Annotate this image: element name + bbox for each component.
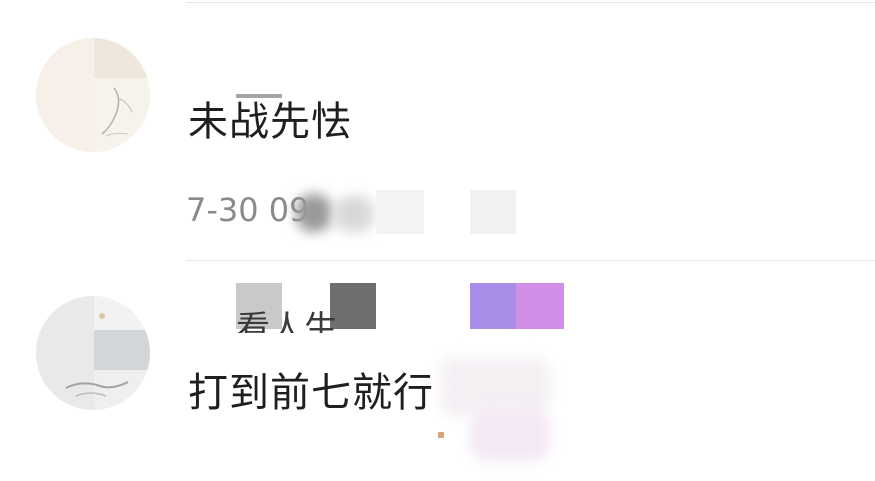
redaction-blur (334, 196, 374, 232)
comment-item[interactable]: 看人生 打到前七就行 (0, 261, 875, 481)
redaction-block (376, 190, 424, 234)
avatar[interactable] (36, 38, 150, 152)
redaction-blur (296, 194, 332, 232)
redaction-blur (440, 357, 550, 417)
comment-text: 打到前七就行 (188, 370, 434, 416)
avatar-sketch-icon (101, 87, 133, 137)
avatar-sketch-icon (65, 313, 129, 397)
redaction-mark (236, 94, 282, 98)
timestamp: 7-30 09 (186, 191, 310, 229)
redaction-block (470, 190, 516, 234)
redaction-block (516, 283, 564, 329)
comment-item[interactable]: 未战先怯 7-30 09 (0, 0, 875, 260)
comment-text: 未战先怯 (188, 99, 352, 145)
avatar[interactable] (36, 296, 150, 410)
redaction-blur (470, 411, 550, 461)
comment-list: 未战先怯 7-30 09 看人生 打到前七就行 (0, 0, 875, 481)
redaction-dot (438, 432, 444, 438)
redaction-block (470, 283, 516, 329)
username[interactable]: 看人生 (236, 309, 338, 333)
